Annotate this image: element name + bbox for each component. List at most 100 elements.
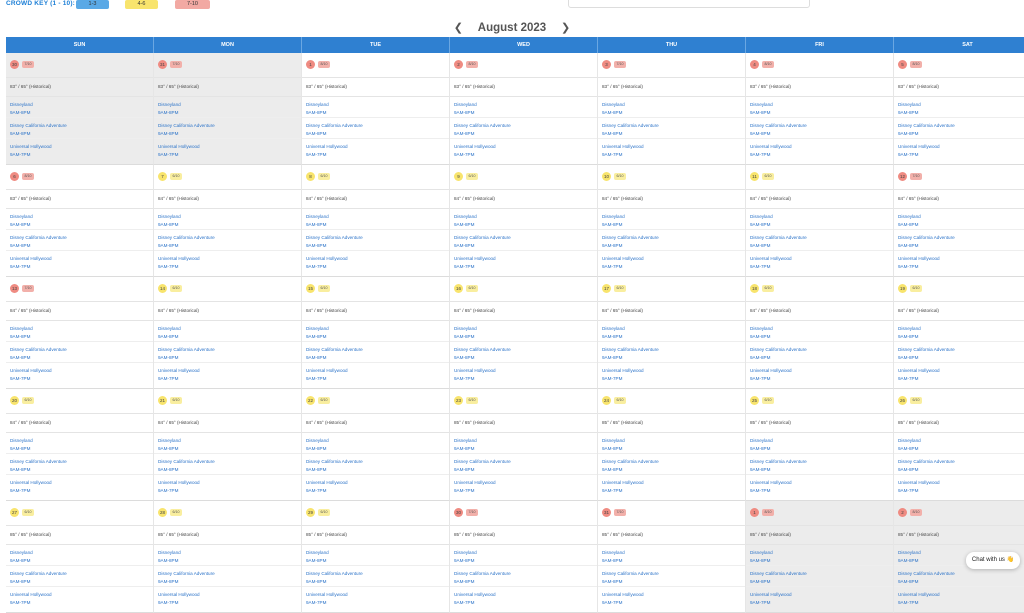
park-hours[interactable]: 9AM-7PM xyxy=(750,487,893,495)
day-cell[interactable]: 30 7/10 83° / 65° (Historical) Disneyland 9A… xyxy=(6,53,154,165)
park-name[interactable]: Universal Hollywood xyxy=(10,479,153,487)
park-universal[interactable]: Universal Hollywood 9AM-7PM xyxy=(302,475,449,496)
park-name[interactable]: Universal Hollywood xyxy=(306,367,449,375)
park-hours[interactable]: 9AM-7PM xyxy=(306,487,449,495)
park-hours[interactable]: 9AM-7PM xyxy=(454,151,597,159)
day-cell[interactable]: 20 6/10 84° / 65° (Historical) Disneyland 9A… xyxy=(6,389,154,501)
park-name[interactable]: Universal Hollywood xyxy=(750,143,893,151)
park-name[interactable]: Disneyland xyxy=(750,325,893,333)
park-hours[interactable]: 9AM-7PM xyxy=(898,263,1024,271)
day-cell[interactable]: 14 6/10 84° / 65° (Historical) Disneyland 9A… xyxy=(154,277,302,389)
park-name[interactable]: Universal Hollywood xyxy=(158,367,301,375)
park-universal[interactable]: Universal Hollywood 9AM-7PM xyxy=(302,363,449,384)
park-name[interactable]: Universal Hollywood xyxy=(454,255,597,263)
park-universal[interactable]: Universal Hollywood 9AM-7PM xyxy=(598,587,745,608)
park-hours[interactable]: 9AM-8PM xyxy=(750,466,893,474)
park-dca[interactable]: Disney California Adventure 9AM-8PM xyxy=(450,342,597,363)
park-universal[interactable]: Universal Hollywood 9AM-7PM xyxy=(154,475,301,496)
park-name[interactable]: Disney California Adventure xyxy=(10,234,153,242)
park-name[interactable]: Disney California Adventure xyxy=(10,346,153,354)
park-universal[interactable]: Universal Hollywood 9AM-7PM xyxy=(894,139,1024,160)
park-name[interactable]: Disney California Adventure xyxy=(602,458,745,466)
park-hours[interactable]: 9AM-8PM xyxy=(602,445,745,453)
park-name[interactable]: Universal Hollywood xyxy=(898,255,1024,263)
park-name[interactable]: Disney California Adventure xyxy=(750,346,893,354)
park-name[interactable]: Disney California Adventure xyxy=(750,570,893,578)
park-disneyland[interactable]: Disneyland 9AM-8PM xyxy=(154,97,301,118)
park-disneyland[interactable]: Disneyland 9AM-8PM xyxy=(154,545,301,566)
park-hours[interactable]: 9AM-8PM xyxy=(898,221,1024,229)
day-cell[interactable]: 26 6/10 85° / 65° (Historical) Disneyland 9A… xyxy=(894,389,1024,501)
park-universal[interactable]: Universal Hollywood 9AM-7PM xyxy=(894,251,1024,272)
park-dca[interactable]: Disney California Adventure 9AM-8PM xyxy=(154,118,301,139)
park-disneyland[interactable]: Disneyland 9AM-8PM xyxy=(302,209,449,230)
park-hours[interactable]: 9AM-7PM xyxy=(898,151,1024,159)
park-name[interactable]: Disney California Adventure xyxy=(898,234,1024,242)
park-disneyland[interactable]: Disneyland 9AM-8PM xyxy=(154,433,301,454)
park-name[interactable]: Disneyland xyxy=(750,213,893,221)
day-cell[interactable]: 12 7/10 84° / 65° (Historical) Disneyland 9A… xyxy=(894,165,1024,277)
park-universal[interactable]: Universal Hollywood 9AM-7PM xyxy=(154,587,301,608)
park-universal[interactable]: Universal Hollywood 9AM-7PM xyxy=(302,139,449,160)
park-hours[interactable]: 9AM-8PM xyxy=(158,333,301,341)
park-hours[interactable]: 9AM-8PM xyxy=(10,354,153,362)
park-name[interactable]: Universal Hollywood xyxy=(306,143,449,151)
park-disneyland[interactable]: Disneyland 9AM-8PM xyxy=(746,97,893,118)
park-name[interactable]: Disney California Adventure xyxy=(898,346,1024,354)
day-cell[interactable]: 10 6/10 84° / 65° (Historical) Disneyland 9A… xyxy=(598,165,746,277)
park-hours[interactable]: 9AM-7PM xyxy=(10,263,153,271)
park-hours[interactable]: 9AM-7PM xyxy=(898,487,1024,495)
day-cell[interactable]: 24 6/10 85° / 65° (Historical) Disneyland 9A… xyxy=(598,389,746,501)
park-disneyland[interactable]: Disneyland 9AM-8PM xyxy=(6,433,153,454)
park-dca[interactable]: Disney California Adventure 9AM-8PM xyxy=(6,342,153,363)
park-hours[interactable]: 9AM-8PM xyxy=(602,354,745,362)
park-hours[interactable]: 9AM-8PM xyxy=(10,578,153,586)
top-input-field[interactable] xyxy=(568,0,810,8)
park-hours[interactable]: 9AM-8PM xyxy=(454,130,597,138)
park-name[interactable]: Disneyland xyxy=(10,437,153,445)
park-dca[interactable]: Disney California Adventure 9AM-8PM xyxy=(450,118,597,139)
park-disneyland[interactable]: Disneyland 9AM-8PM xyxy=(302,321,449,342)
park-name[interactable]: Universal Hollywood xyxy=(306,591,449,599)
park-disneyland[interactable]: Disneyland 9AM-8PM xyxy=(154,209,301,230)
park-dca[interactable]: Disney California Adventure 9AM-8PM xyxy=(598,118,745,139)
park-hours[interactable]: 9AM-8PM xyxy=(10,221,153,229)
park-name[interactable]: Disneyland xyxy=(454,325,597,333)
park-name[interactable]: Disneyland xyxy=(602,549,745,557)
park-name[interactable]: Disneyland xyxy=(750,549,893,557)
park-name[interactable]: Disneyland xyxy=(10,549,153,557)
day-cell[interactable]: 2 8/10 83° / 65° (Historical) Disneyland 9AM… xyxy=(450,53,598,165)
park-name[interactable]: Disneyland xyxy=(158,549,301,557)
park-universal[interactable]: Universal Hollywood 9AM-7PM xyxy=(746,251,893,272)
park-hours[interactable]: 9AM-8PM xyxy=(454,466,597,474)
day-cell[interactable]: 16 6/10 84° / 65° (Historical) Disneyland 9A… xyxy=(450,277,598,389)
park-universal[interactable]: Universal Hollywood 9AM-7PM xyxy=(746,475,893,496)
park-name[interactable]: Disneyland xyxy=(306,101,449,109)
park-disneyland[interactable]: Disneyland 9AM-8PM xyxy=(450,321,597,342)
park-dca[interactable]: Disney California Adventure 9AM-8PM xyxy=(6,230,153,251)
park-universal[interactable]: Universal Hollywood 9AM-7PM xyxy=(450,475,597,496)
chat-button[interactable]: Chat with us 👋 xyxy=(966,552,1020,569)
park-dca[interactable]: Disney California Adventure 9AM-8PM xyxy=(154,454,301,475)
park-name[interactable]: Universal Hollywood xyxy=(602,143,745,151)
park-hours[interactable]: 9AM-7PM xyxy=(750,375,893,383)
park-universal[interactable]: Universal Hollywood 9AM-7PM xyxy=(154,251,301,272)
park-name[interactable]: Disneyland xyxy=(306,437,449,445)
park-hours[interactable]: 9AM-8PM xyxy=(306,445,449,453)
park-disneyland[interactable]: Disneyland 9AM-8PM xyxy=(746,321,893,342)
park-hours[interactable]: 9AM-8PM xyxy=(898,130,1024,138)
park-hours[interactable]: 9AM-7PM xyxy=(10,151,153,159)
park-name[interactable]: Disneyland xyxy=(454,101,597,109)
park-dca[interactable]: Disney California Adventure 9AM-8PM xyxy=(450,454,597,475)
park-hours[interactable]: 9AM-8PM xyxy=(306,242,449,250)
park-name[interactable]: Disney California Adventure xyxy=(306,234,449,242)
park-disneyland[interactable]: Disneyland 9AM-8PM xyxy=(450,545,597,566)
day-cell[interactable]: 15 6/10 84° / 65° (Historical) Disneyland 9A… xyxy=(302,277,450,389)
park-name[interactable]: Disneyland xyxy=(454,549,597,557)
park-disneyland[interactable]: Disneyland 9AM-8PM xyxy=(894,97,1024,118)
park-universal[interactable]: Universal Hollywood 9AM-7PM xyxy=(598,475,745,496)
park-dca[interactable]: Disney California Adventure 9AM-8PM xyxy=(598,230,745,251)
park-name[interactable]: Disney California Adventure xyxy=(898,458,1024,466)
park-disneyland[interactable]: Disneyland 9AM-8PM xyxy=(598,97,745,118)
park-disneyland[interactable]: Disneyland 9AM-8PM xyxy=(302,545,449,566)
